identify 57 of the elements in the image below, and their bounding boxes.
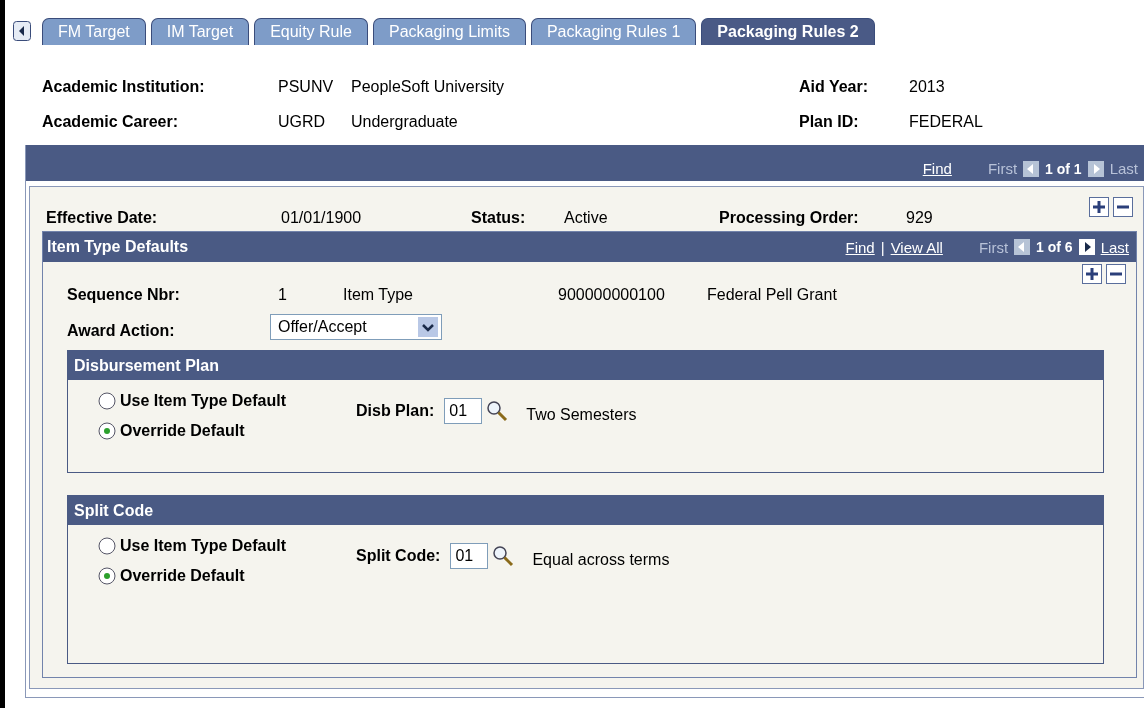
section-title: Item Type Defaults <box>47 238 189 256</box>
field-label: Academic Institution: <box>42 78 206 96</box>
field-label: Item Type <box>343 286 414 304</box>
radio-option[interactable]: Use Item Type Default <box>98 537 356 555</box>
radio-option[interactable]: Use Item Type Default <box>98 392 356 410</box>
field-value: Federal Pell Grant <box>707 286 837 304</box>
field-value: Undergraduate <box>351 113 459 131</box>
radio-option[interactable]: Override Default <box>98 422 356 440</box>
radio-button[interactable] <box>98 537 116 555</box>
field-label: Effective Date: <box>46 209 159 227</box>
field-label: Disb Plan: <box>356 402 435 420</box>
radio-button[interactable] <box>98 567 116 585</box>
field-value: Two Semesters <box>526 406 637 424</box>
radio-option[interactable]: Override Default <box>98 567 356 585</box>
add-row-icon[interactable] <box>1089 197 1109 217</box>
field-value: Active <box>564 209 609 227</box>
field-label: Split Code: <box>356 547 441 565</box>
radio-button[interactable] <box>98 422 116 440</box>
link-separator: | <box>880 238 885 256</box>
last-link[interactable]: Last <box>1100 238 1129 256</box>
scroll-left-icon[interactable] <box>13 21 31 41</box>
page-count: 1 of 6 <box>1036 239 1073 255</box>
add-row-icon[interactable] <box>1082 264 1102 284</box>
field-value: 1 <box>278 286 288 304</box>
search-icon[interactable] <box>492 545 515 567</box>
nav-link[interactable]: Find <box>922 160 952 177</box>
field-label: Processing Order: <box>719 209 860 227</box>
award-action-dropdown[interactable]: Offer/Accept <box>270 314 442 340</box>
delete-row-icon[interactable] <box>1113 197 1133 217</box>
field-value: PSUNV <box>278 78 335 96</box>
tab[interactable]: Packaging Rules 2 <box>701 18 875 45</box>
section-title: Disbursement Plan <box>74 356 219 375</box>
field-value: 929 <box>906 209 933 227</box>
code-input[interactable]: 01 <box>450 543 489 569</box>
nav-link[interactable]: View All <box>890 238 943 256</box>
next-icon[interactable] <box>1078 239 1095 255</box>
field-value: FEDERAL <box>909 113 983 131</box>
field-value: 900000000100 <box>558 286 666 304</box>
radio-button[interactable] <box>98 392 116 410</box>
section-title: Split Code <box>74 501 154 520</box>
field-value: UGRD <box>278 113 327 131</box>
nav-link[interactable]: Find <box>845 238 875 256</box>
page-count: 1 of 1 <box>1045 160 1082 177</box>
code-input[interactable]: 01 <box>444 398 483 424</box>
field-label: Award Action: <box>67 322 176 340</box>
field-label: Status: <box>471 209 527 227</box>
field-label: Plan ID: <box>799 113 860 131</box>
field-value: Equal across terms <box>532 551 670 569</box>
field-value: 01/01/1900 <box>281 209 363 227</box>
field-value: 2013 <box>909 78 945 96</box>
field-label: Sequence Nbr: <box>67 286 181 304</box>
field-label: Aid Year: <box>799 78 870 96</box>
dropdown-icon[interactable] <box>418 317 438 337</box>
delete-row-icon[interactable] <box>1106 264 1126 284</box>
search-icon[interactable] <box>486 400 509 422</box>
field-label: Academic Career: <box>42 113 180 131</box>
field-value: PeopleSoft University <box>351 78 505 96</box>
